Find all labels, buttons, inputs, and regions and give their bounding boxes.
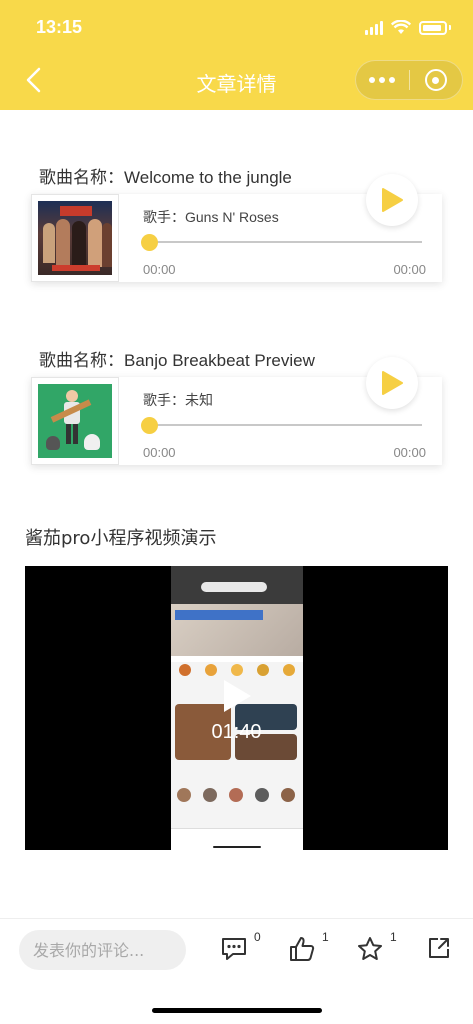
close-circle-icon[interactable] xyxy=(409,69,462,91)
current-time: 00:00 xyxy=(143,445,176,460)
favorite-count: 1 xyxy=(390,930,397,944)
comment-count: 0 xyxy=(254,930,261,944)
total-time: 00:00 xyxy=(393,262,426,277)
wifi-icon xyxy=(391,20,411,34)
more-dots-icon[interactable] xyxy=(356,77,409,83)
video-duration: 01:40 xyxy=(211,721,262,743)
battery-icon xyxy=(419,20,447,35)
menu-capsule xyxy=(355,60,463,100)
signal-icon xyxy=(365,20,383,35)
status-time: 13:15 xyxy=(36,17,83,37)
section-title: 酱茄pro小程序视频演示 xyxy=(25,528,217,549)
play-icon xyxy=(382,188,403,212)
star-icon xyxy=(358,937,382,960)
progress-thumb[interactable] xyxy=(141,417,158,434)
album-cover xyxy=(31,377,119,465)
bottom-action-bar: 0 1 1 xyxy=(0,918,473,1024)
comment-icon xyxy=(222,938,246,960)
progress-track[interactable] xyxy=(149,424,422,426)
like-count: 1 xyxy=(322,930,329,944)
progress-thumb[interactable] xyxy=(141,234,158,251)
thumbs-up-icon xyxy=(290,937,315,961)
comment-input[interactable] xyxy=(19,930,186,970)
album-cover xyxy=(31,194,119,282)
play-button[interactable] xyxy=(366,174,418,226)
share-icon xyxy=(429,938,449,958)
play-icon xyxy=(382,371,403,395)
current-time: 00:00 xyxy=(143,262,176,277)
video-play-icon[interactable] xyxy=(221,678,253,714)
song-title: 歌曲名称：Welcome to the jungle xyxy=(39,168,292,187)
header: 13:15 文章详情 xyxy=(0,0,473,110)
play-button[interactable] xyxy=(366,357,418,409)
song-title: 歌曲名称：Banjo Breakbeat Preview xyxy=(39,351,315,370)
home-indicator xyxy=(152,1008,322,1013)
progress-track[interactable] xyxy=(149,241,422,243)
total-time: 00:00 xyxy=(393,445,426,460)
singer-label: 歌手：未知 xyxy=(143,392,213,408)
singer-label: 歌手：Guns N' Roses xyxy=(143,209,279,225)
favorite-button[interactable]: 1 xyxy=(356,930,397,967)
comment-button[interactable]: 0 xyxy=(220,930,261,967)
video-player[interactable]: 01:40 xyxy=(25,566,448,850)
status-icons xyxy=(365,20,451,35)
like-button[interactable]: 1 xyxy=(288,930,329,967)
share-button[interactable] xyxy=(426,935,452,965)
